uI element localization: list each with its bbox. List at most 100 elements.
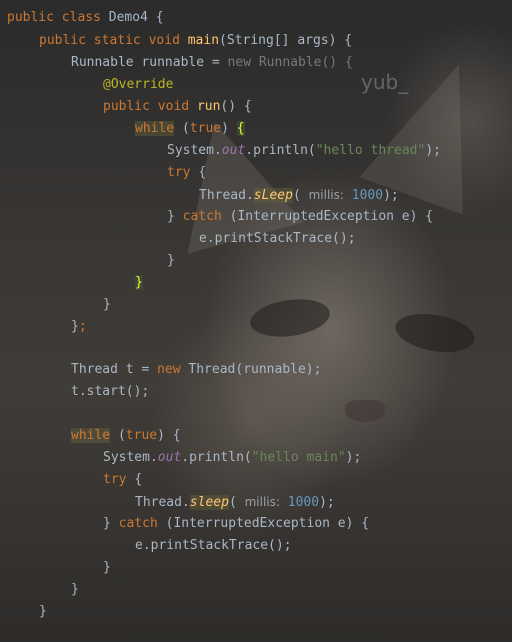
code-text: Thread t = <box>71 362 158 377</box>
keyword: while <box>71 428 111 443</box>
code-line[interactable]: Thread.sleep( millis: 1000); <box>135 491 335 513</box>
code-text: Runnable runnable = <box>71 55 228 70</box>
number-literal: 1000 <box>287 495 320 510</box>
matched-brace: } <box>135 275 143 290</box>
code-text: Thread. <box>199 188 254 203</box>
code-text: ( <box>228 495 237 510</box>
keyword: static <box>93 33 141 48</box>
static-field: out <box>157 450 182 465</box>
code-line[interactable]: Thread t = new Thread(runnable); <box>71 359 321 381</box>
code-line[interactable]: public void run() { <box>103 96 252 118</box>
semicolon: ; <box>78 319 87 334</box>
code-line[interactable]: } catch (InterruptedException e) { <box>167 206 433 228</box>
code-text: } <box>103 297 111 312</box>
code-line[interactable]: public class Demo4 { <box>7 7 164 29</box>
keyword: public <box>103 99 150 114</box>
code-line[interactable]: try { <box>103 469 142 491</box>
background-cat-eye-right <box>392 308 478 358</box>
code-text: Thread(runnable); <box>188 362 322 377</box>
parameter-hint: millis: <box>308 188 344 202</box>
code-line[interactable]: try { <box>167 162 206 184</box>
code-editor[interactable]: yub_ public class Demo4 { public static … <box>0 0 512 642</box>
code-line[interactable]: } <box>71 579 79 601</box>
code-line[interactable]: e.printStackTrace(); <box>135 535 292 557</box>
keyword: class <box>61 10 101 25</box>
keyword: new <box>227 55 252 70</box>
code-line[interactable]: } <box>167 250 175 272</box>
code-text: } <box>167 253 175 268</box>
keyword: try <box>103 472 127 487</box>
code-line[interactable]: System.out.println("hello thread"); <box>167 140 441 162</box>
class-name: Demo4 { <box>108 10 164 25</box>
code-text: () { <box>321 55 353 70</box>
matched-brace: { <box>236 121 245 136</box>
code-text: } <box>103 560 111 575</box>
code-line[interactable]: e.printStackTrace(); <box>199 228 356 250</box>
code-line[interactable]: Runnable runnable = new Runnable() { <box>71 52 353 74</box>
code-text: t.start(); <box>71 384 150 399</box>
code-text: e.printStackTrace(); <box>135 538 292 553</box>
code-text: ); <box>345 450 362 465</box>
string-literal: "hello main" <box>251 450 346 465</box>
static-method: sleep <box>189 495 229 510</box>
static-method: sLeep <box>253 188 293 203</box>
keyword: new <box>157 362 181 377</box>
code-line[interactable]: public static void main(String[] args) { <box>39 30 352 52</box>
code-text: (InterruptedException e) { <box>165 516 370 531</box>
method-name: main <box>187 33 220 48</box>
code-text: } <box>71 319 79 334</box>
keyword: true <box>125 428 158 443</box>
number-literal: 1000 <box>351 188 384 203</box>
code-line[interactable]: } <box>135 272 143 294</box>
parameter-hint: millis: <box>244 495 280 509</box>
code-line[interactable]: } <box>103 294 111 316</box>
watermark: yub_ <box>361 70 409 94</box>
code-line[interactable]: }; <box>71 316 87 338</box>
background-cat-eye-left <box>247 294 333 342</box>
code-text: (InterruptedException e) { <box>229 209 434 224</box>
code-text: ); <box>425 143 441 158</box>
code-text: { <box>134 472 143 487</box>
background-cat-nose <box>345 400 385 422</box>
code-text: System. <box>103 450 158 465</box>
code-text: } <box>167 209 183 224</box>
code-text: ( <box>292 188 301 203</box>
code-text: } <box>103 516 119 531</box>
code-line[interactable]: while (true) { <box>71 425 181 447</box>
code-text: System. <box>167 143 222 158</box>
code-text: .println( <box>245 143 316 158</box>
code-text: ) { <box>157 428 181 443</box>
keyword: catch <box>182 209 222 224</box>
annotation: @Override <box>103 77 174 92</box>
keyword: public <box>7 10 54 25</box>
code-line[interactable]: Thread.sLeep( millis: 1000); <box>199 184 399 206</box>
code-text: e.printStackTrace(); <box>199 231 356 246</box>
keyword: void <box>148 33 180 48</box>
method-name: run <box>196 99 221 114</box>
keyword: true <box>189 121 222 136</box>
code-text: Thread. <box>135 495 190 510</box>
static-field: out <box>221 143 246 158</box>
code-line[interactable]: } <box>103 557 111 579</box>
code-text: (String[] args) { <box>219 33 353 48</box>
code-line[interactable]: System.out.println("hello main"); <box>103 447 361 469</box>
string-literal: "hello thread" <box>315 143 426 158</box>
code-text: } <box>39 604 47 619</box>
keyword: void <box>157 99 190 114</box>
type-name: Runnable <box>258 55 322 70</box>
code-text: ); <box>319 495 335 510</box>
code-line[interactable]: t.start(); <box>71 381 149 403</box>
code-text: () { <box>220 99 252 114</box>
code-line[interactable]: } catch (InterruptedException e) { <box>103 513 369 535</box>
keyword: while <box>135 121 175 136</box>
keyword: try <box>167 165 191 180</box>
code-text: } <box>71 582 79 597</box>
keyword: catch <box>118 516 158 531</box>
keyword: public <box>39 33 86 48</box>
code-text: .println( <box>181 450 252 465</box>
code-line[interactable]: while (true) { <box>135 118 245 140</box>
code-text: ); <box>383 188 399 203</box>
code-line[interactable]: } <box>39 601 47 623</box>
code-line[interactable]: @Override <box>103 74 173 96</box>
code-text: { <box>198 165 207 180</box>
